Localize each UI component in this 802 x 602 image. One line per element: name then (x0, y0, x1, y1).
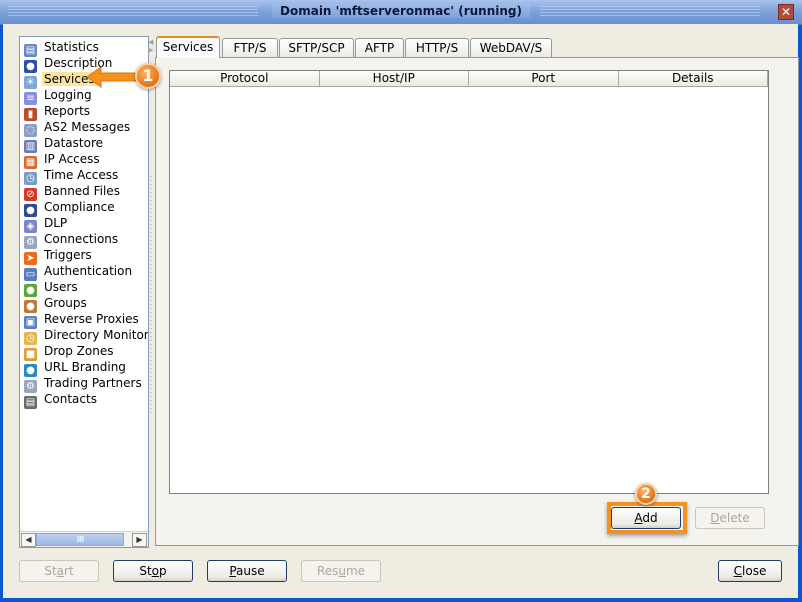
sidebar-item-drop-zones[interactable]: ■ Drop Zones (20, 343, 148, 361)
navigation-tree: ▤ Statistics ● Description ✳ Services ≡ Logging… (20, 37, 148, 531)
sidebar-item-label: Time Access (44, 168, 119, 182)
tab-services[interactable]: Services (156, 36, 220, 58)
tab-ftps[interactable]: FTP/S (222, 38, 278, 57)
title-bar[interactable]: Domain 'mftserveronmac' (running) ✕ (0, 0, 802, 25)
sidebar-item-label: Reports (44, 104, 91, 118)
navigation-panel: ▤ Statistics ● Description ✳ Services ≡ Logging… (19, 36, 149, 548)
sidebar-item-label: Directory Monitors (44, 328, 148, 342)
sidebar-item-authentication[interactable]: ▭ Authentication (20, 263, 148, 281)
scrollbar-thumb[interactable]: IIIII (36, 533, 124, 546)
sidebar-item-reverse-proxies[interactable]: ▣ Reverse Proxies (20, 311, 148, 329)
sidebar-item-ip-access[interactable]: ▦ IP Access (20, 151, 148, 169)
sidebar-item-directory-monitors[interactable]: ◷ Directory Monitors (20, 327, 148, 345)
expand-right-icon[interactable]: ▶ (148, 46, 153, 54)
sidebar-item-label: Statistics (44, 40, 99, 54)
sidebar-item-dlp[interactable]: ◈ DLP (20, 215, 148, 233)
panel-splitter[interactable]: ◀ ▶ (148, 36, 154, 546)
sidebar-item-reports[interactable]: ▮ Reports (20, 103, 148, 121)
sidebar-item-label: URL Branding (44, 360, 126, 374)
sidebar-item-datastore[interactable]: ▥ Datastore (20, 135, 148, 153)
tab-sftp-scp[interactable]: SFTP/SCP (279, 38, 354, 57)
table-header: Protocol Host/IP Port Details (170, 71, 768, 87)
window-client-area: ▤ Statistics ● Description ✳ Services ≡ Logging… (3, 24, 799, 598)
sidebar-item-label: Triggers (44, 248, 92, 262)
sidebar-item-statistics[interactable]: ▤ Statistics (20, 39, 148, 57)
tab-https[interactable]: HTTP/S (405, 38, 469, 57)
scroll-left-arrow-icon[interactable]: ◀ (21, 533, 36, 547)
scrollbar-grip: IIIII (76, 535, 85, 544)
column-header-details[interactable]: Details (618, 71, 768, 87)
pause-button[interactable]: Pause (207, 560, 287, 582)
collapse-left-icon[interactable]: ◀ (148, 38, 153, 46)
column-header-protocol[interactable]: Protocol (170, 71, 320, 87)
sidebar-item-label: Datastore (44, 136, 104, 150)
sidebar-item-banned-files[interactable]: ⊘ Banned Files (20, 183, 148, 201)
column-header-host-ip[interactable]: Host/IP (319, 71, 469, 87)
start-button[interactable]: Start (19, 560, 99, 582)
tab-aftp[interactable]: AFTP (355, 38, 404, 57)
services-table[interactable]: Protocol Host/IP Port Details (169, 70, 769, 494)
sidebar-item-label: IP Access (44, 152, 100, 166)
sidebar-item-label: Connections (44, 232, 119, 246)
sidebar-item-groups[interactable]: ● Groups (20, 295, 148, 313)
domain-window: Domain 'mftserveronmac' (running) ✕ ▤ Sta… (0, 0, 802, 602)
sidebar-item-label: Trading Partners (44, 376, 142, 390)
step-2-badge: 2 (635, 483, 657, 505)
sidebar-item-label: Users (44, 280, 78, 294)
close-icon[interactable]: ✕ (778, 4, 794, 20)
sidebar-item-label: Reverse Proxies (44, 312, 139, 326)
sidebar-item-label: DLP (44, 216, 68, 230)
scroll-right-arrow-icon[interactable]: ▶ (132, 533, 147, 547)
sidebar-item-url-branding[interactable]: ● URL Branding (20, 359, 148, 377)
sidebar-item-users[interactable]: ● Users (20, 279, 148, 297)
column-header-port[interactable]: Port (469, 71, 619, 87)
sidebar-item-label: Drop Zones (44, 344, 114, 358)
close-button[interactable]: Close (718, 560, 782, 582)
sidebar-item-triggers[interactable]: ➤ Triggers (20, 247, 148, 265)
stop-button[interactable]: Stop (113, 560, 193, 582)
splitter-grip (150, 176, 152, 416)
sidebar-item-trading-partners[interactable]: ⚙ Trading Partners (20, 375, 148, 393)
sidebar-item-logging[interactable]: ≡ Logging (20, 87, 148, 105)
step-1-badge: 1 (135, 63, 161, 89)
window-title: Domain 'mftserveronmac' (running) (272, 4, 530, 18)
sidebar-item-label: Authentication (44, 264, 133, 278)
sidebar-item-label: Contacts (44, 392, 97, 406)
sidebar-item-as2-messages[interactable]: ◌ AS2 Messages (20, 119, 148, 137)
sidebar-item-contacts[interactable]: ▤ Contacts (20, 391, 148, 409)
sidebar-item-label: Compliance (44, 200, 115, 214)
sidebar-item-compliance[interactable]: ● Compliance (20, 199, 148, 217)
sidebar-item-label: AS2 Messages (44, 120, 131, 134)
resume-button[interactable]: Resume (301, 560, 381, 582)
sidebar-item-label: Groups (44, 296, 87, 310)
sidebar-item-label: Banned Files (44, 184, 120, 198)
sidebar-item-label: Logging (44, 88, 92, 102)
sidebar-item-time-access[interactable]: ◷ Time Access (20, 167, 148, 185)
tab-webdavs[interactable]: WebDAV/S (470, 38, 552, 57)
delete-button[interactable]: Delete (695, 507, 765, 529)
horizontal-scrollbar[interactable]: ◀ IIIII ▶ (20, 531, 148, 547)
add-button-highlight (607, 502, 687, 534)
sidebar-item-connections[interactable]: ⚙ Connections (20, 231, 148, 249)
address-book-icon: ▤ (24, 396, 37, 409)
